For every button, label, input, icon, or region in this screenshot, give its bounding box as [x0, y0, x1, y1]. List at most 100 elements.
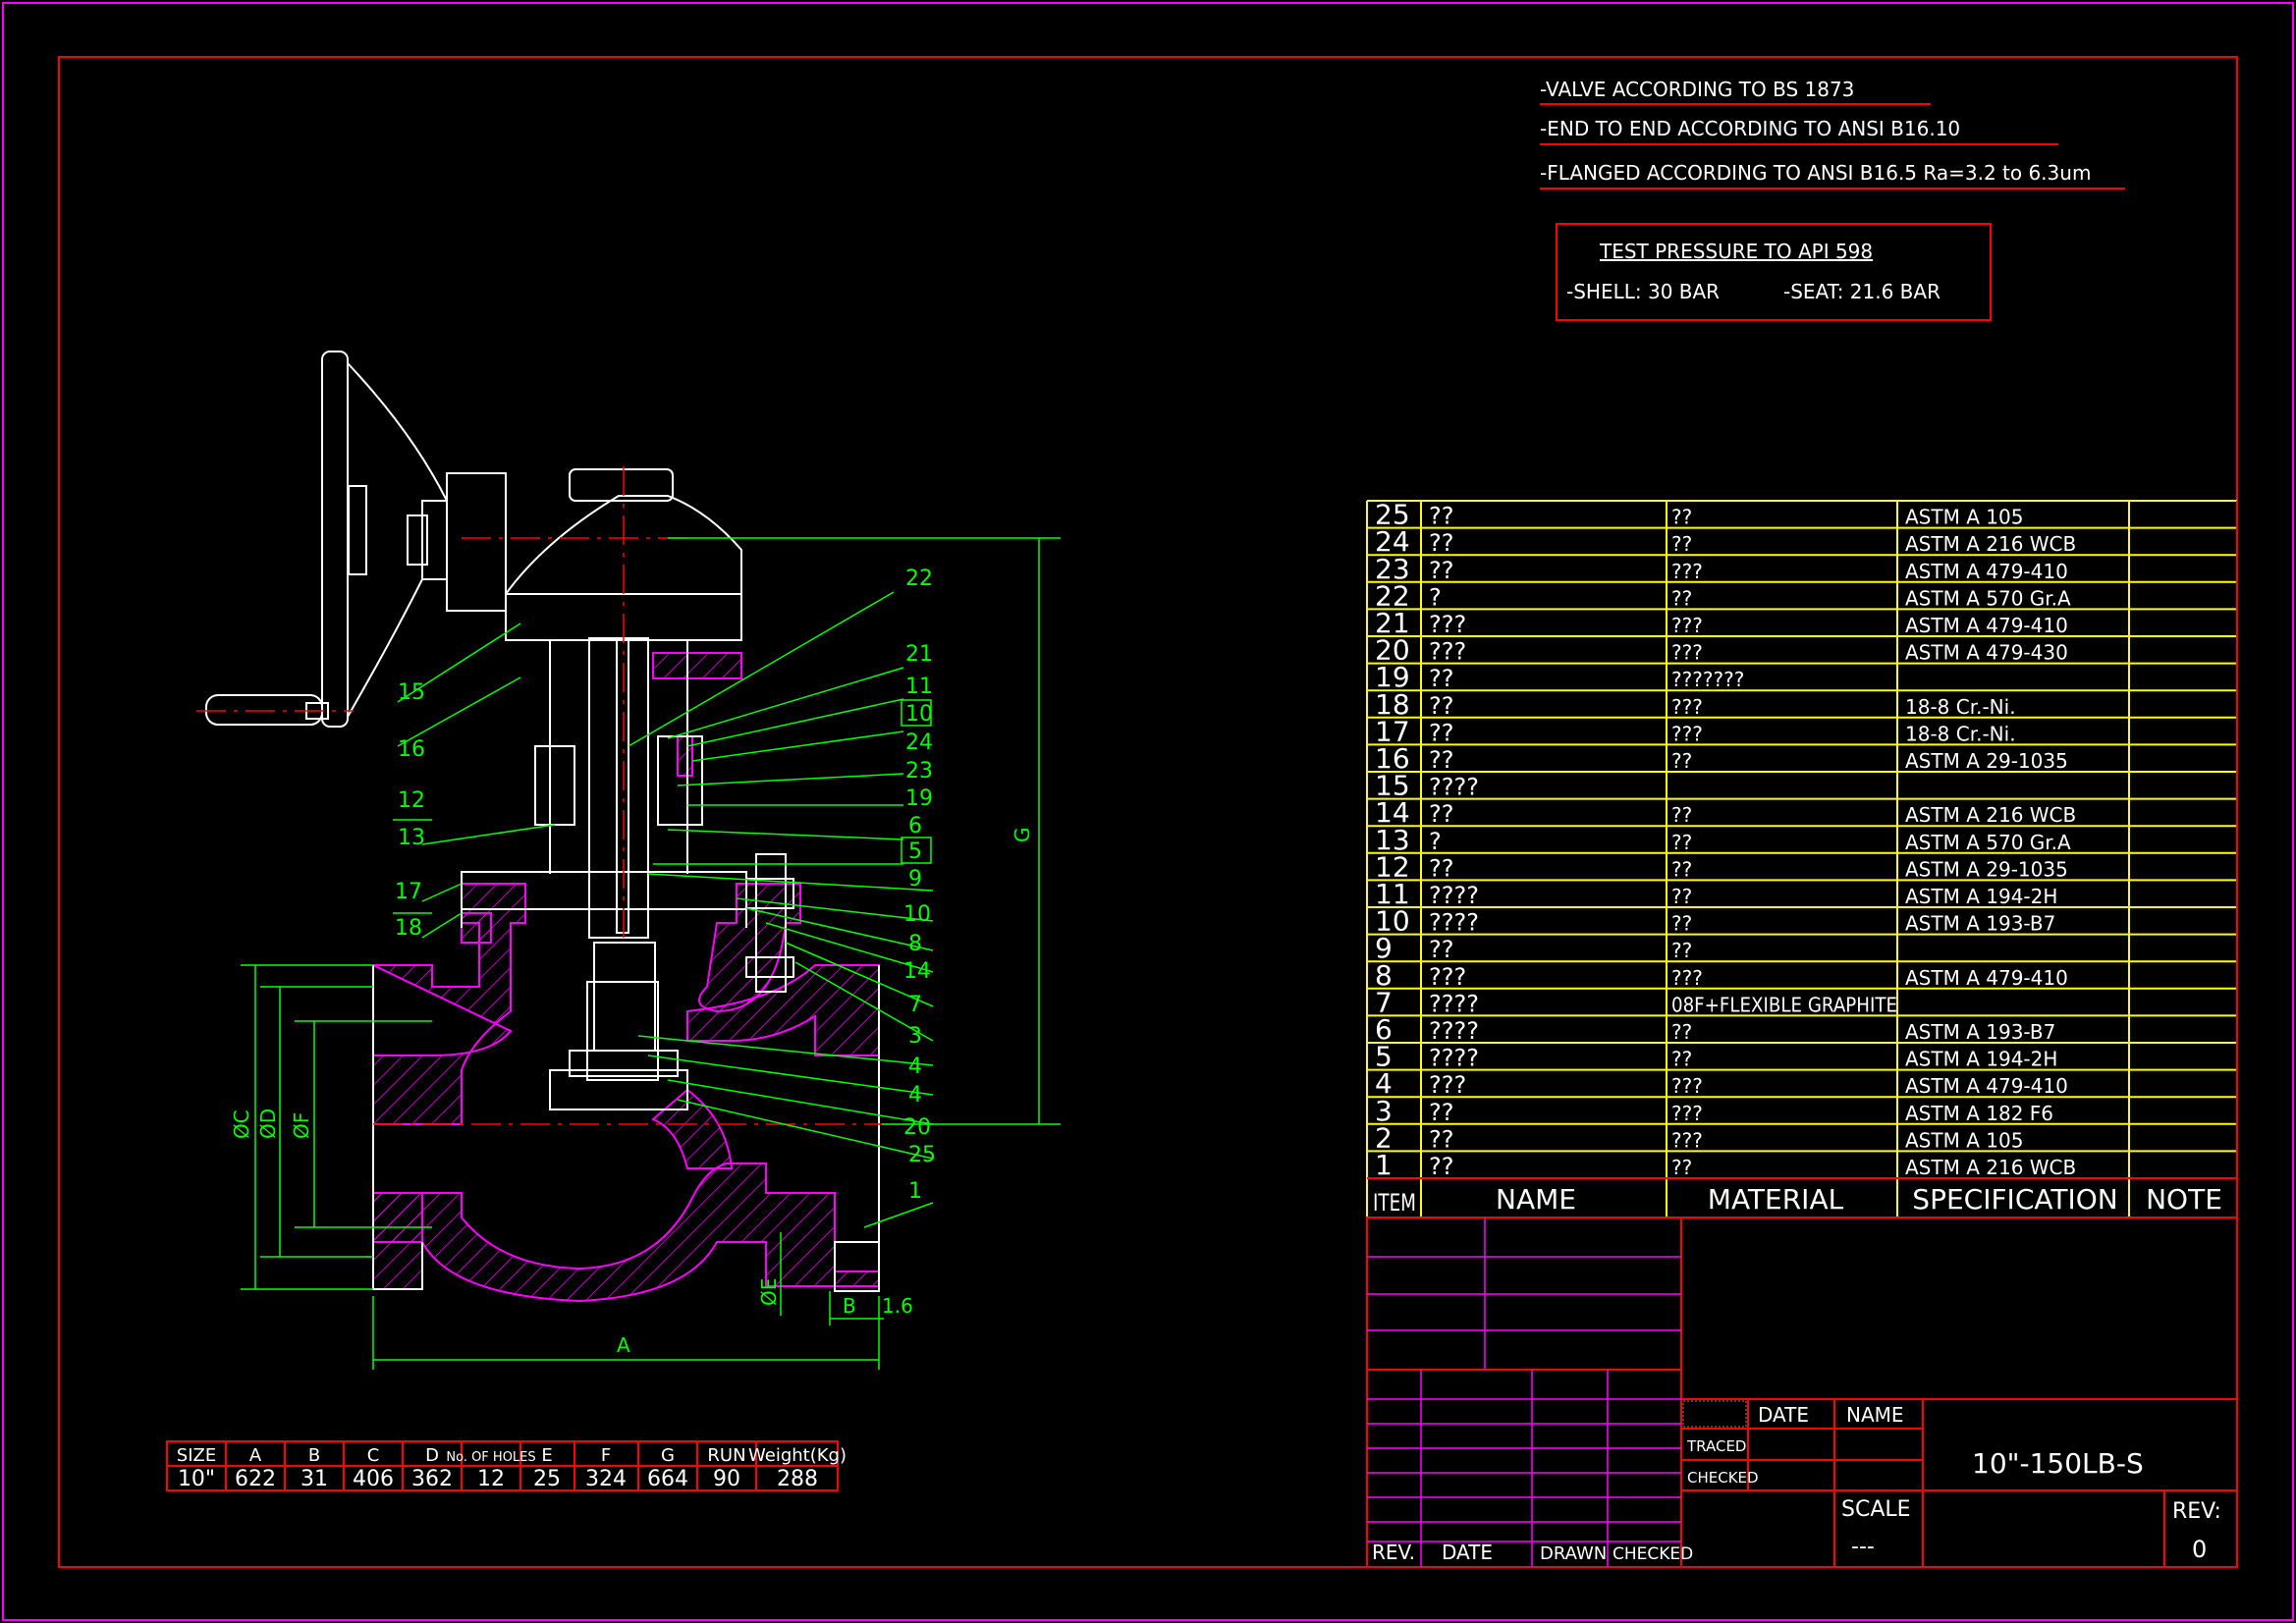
header-name: NAME: [1496, 1183, 1576, 1216]
parts-material-cell: ???: [1671, 1128, 1703, 1152]
dim-d: ØD: [256, 1109, 280, 1139]
dim-c: ØC: [230, 1109, 253, 1139]
size-table-cell: 362: [411, 1467, 453, 1491]
size-table-cell: 664: [647, 1467, 688, 1491]
callout-14: 14: [903, 959, 931, 984]
parts-list: 25???? ASTM A 10524???? ASTM A 216 WCB23??…: [1366, 499, 2238, 1218]
parts-material-cell: ???????: [1671, 668, 1744, 691]
parts-spec-cell: ASTM A 479-410: [1905, 614, 2068, 637]
parts-spec-cell: 18-8 Cr.-Ni.: [1905, 695, 2016, 719]
tb-scale: SCALE: [1841, 1497, 1911, 1522]
parts-name-cell: ??: [1429, 800, 1453, 828]
parts-name-cell: ???: [1429, 611, 1466, 638]
parts-spec-cell: ASTM A 479-410: [1905, 966, 2068, 990]
callout-3: 3: [908, 1024, 922, 1049]
title-block: DATE NAME TRACED CHECKED SCALE --- REV: …: [1366, 1217, 2238, 1568]
shell-pressure: -SHELL: 30 BAR: [1566, 280, 1720, 303]
parts-material-cell: ??: [1671, 749, 1692, 773]
size-table-cell: 406: [353, 1467, 394, 1491]
callout-7: 7: [908, 993, 922, 1017]
size-table-header: D: [425, 1445, 439, 1466]
size-table-cell: 90: [713, 1467, 740, 1491]
header-item: ITEM: [1373, 1189, 1416, 1217]
parts-name-cell: ??: [1429, 1099, 1453, 1126]
callout-9: 9: [908, 867, 922, 892]
parts-material-cell: ??: [1671, 885, 1692, 908]
parts-spec-cell: ASTM A 194-2H: [1905, 885, 2057, 908]
parts-name-cell: ??: [1429, 503, 1453, 530]
parts-name-cell: ??: [1429, 665, 1453, 692]
size-table-header: C: [367, 1445, 380, 1466]
parts-spec-cell: ASTM A 479-430: [1905, 641, 2068, 665]
cad-drawing: -VALVE ACCORDING TO BS 1873 -END TO END …: [2, 2, 2294, 1621]
parts-material-cell: ???: [1671, 641, 1703, 665]
parts-spec-cell: ASTM A 29-1035: [1905, 749, 2068, 773]
parts-spec-cell: ASTM A 193-B7: [1905, 1020, 2055, 1044]
parts-name-cell: ?: [1429, 828, 1442, 855]
parts-spec-cell: 18-8 Cr.-Ni.: [1905, 722, 2016, 745]
dim-b-extra: 1.6: [882, 1294, 913, 1318]
size-table-cell: 288: [777, 1467, 818, 1491]
parts-material-cell: ???: [1671, 722, 1703, 745]
parts-material-cell: ??: [1671, 831, 1692, 854]
parts-material-cell: ???: [1671, 1102, 1703, 1125]
tb-rev-value: 0: [2192, 1536, 2207, 1563]
parts-spec-cell: ASTM A 182 F6: [1905, 1102, 2053, 1125]
parts-spec-cell: ASTM A 105: [1905, 506, 2023, 529]
callout-22: 22: [905, 567, 933, 591]
callout-21: 21: [905, 642, 933, 667]
parts-material-cell: ??: [1671, 1156, 1692, 1179]
callout-16: 16: [398, 737, 425, 762]
parts-material-cell: ??: [1671, 939, 1692, 962]
tb-scale-value: ---: [1851, 1535, 1875, 1559]
parts-name-cell: ???: [1429, 963, 1466, 991]
parts-name-cell: ??: [1429, 529, 1453, 557]
parts-name-cell: ?: [1429, 583, 1442, 611]
parts-name-cell: ????: [1429, 909, 1479, 937]
parts-name-cell: ??: [1429, 936, 1453, 963]
size-table-cell: 10": [178, 1467, 215, 1491]
dim-f: ØF: [290, 1112, 313, 1139]
header-note: NOTE: [2146, 1183, 2222, 1216]
dim-a: A: [617, 1333, 630, 1357]
dim-g: G: [1011, 828, 1034, 843]
parts-material-cell: ???: [1671, 966, 1703, 990]
size-table-cell: 622: [235, 1467, 276, 1491]
parts-name-cell: ???: [1429, 638, 1466, 666]
parts-material-cell: ???: [1671, 614, 1703, 637]
size-table: SIZE A B C D No. OF HOLES E F G RUN Weight(Kg) 10" 6…: [166, 1440, 847, 1491]
parts-name-cell: ????: [1429, 882, 1479, 909]
callout-4a: 4: [908, 1055, 922, 1079]
callout-12: 12: [398, 788, 425, 813]
callout-4b: 4: [908, 1083, 922, 1108]
parts-name-cell: ???: [1429, 1071, 1466, 1099]
rev-col-checked: CHECKED: [1613, 1544, 1693, 1564]
tb-traced: TRACED: [1686, 1437, 1746, 1455]
note-1: -VALVE ACCORDING TO BS 1873: [1540, 78, 1854, 101]
size-table-cell: 12: [477, 1467, 505, 1491]
parts-spec-cell: ASTM A 216 WCB: [1905, 1156, 2076, 1179]
callout-15: 15: [398, 680, 425, 705]
parts-name-cell: ??: [1429, 692, 1453, 720]
parts-spec-cell: ASTM A 479-410: [1905, 560, 2068, 583]
parts-spec-cell: ASTM A 105: [1905, 1128, 2023, 1152]
parts-material-cell: ???: [1671, 695, 1703, 719]
parts-spec-cell: ASTM A 216 WCB: [1905, 803, 2076, 827]
size-table-header: E: [541, 1445, 552, 1466]
callout-1: 1: [908, 1179, 922, 1204]
callout-17: 17: [395, 880, 422, 904]
seat-pressure: -SEAT: 21.6 BAR: [1783, 280, 1941, 303]
rev-col-date: DATE: [1442, 1541, 1493, 1564]
callout-6: 6: [908, 814, 922, 839]
parts-header: ITEM NAME MATERIAL SPECIFICATION NOTE: [1373, 1183, 2222, 1217]
size-table-header: G: [661, 1445, 675, 1466]
parts-material-cell: ??: [1671, 506, 1692, 529]
parts-spec-cell: ASTM A 479-410: [1905, 1074, 2068, 1098]
parts-name-cell: ????: [1429, 1017, 1479, 1045]
size-table-header: B: [308, 1445, 320, 1466]
parts-material-cell: ??: [1671, 586, 1692, 610]
callout-10a: 10: [905, 702, 933, 727]
drawing-number: 10"-150LB-S: [1972, 1447, 2144, 1480]
parts-material-cell: 08F+FLEXIBLE GRAPHITE: [1671, 993, 1897, 1016]
callout-19: 19: [905, 786, 933, 811]
